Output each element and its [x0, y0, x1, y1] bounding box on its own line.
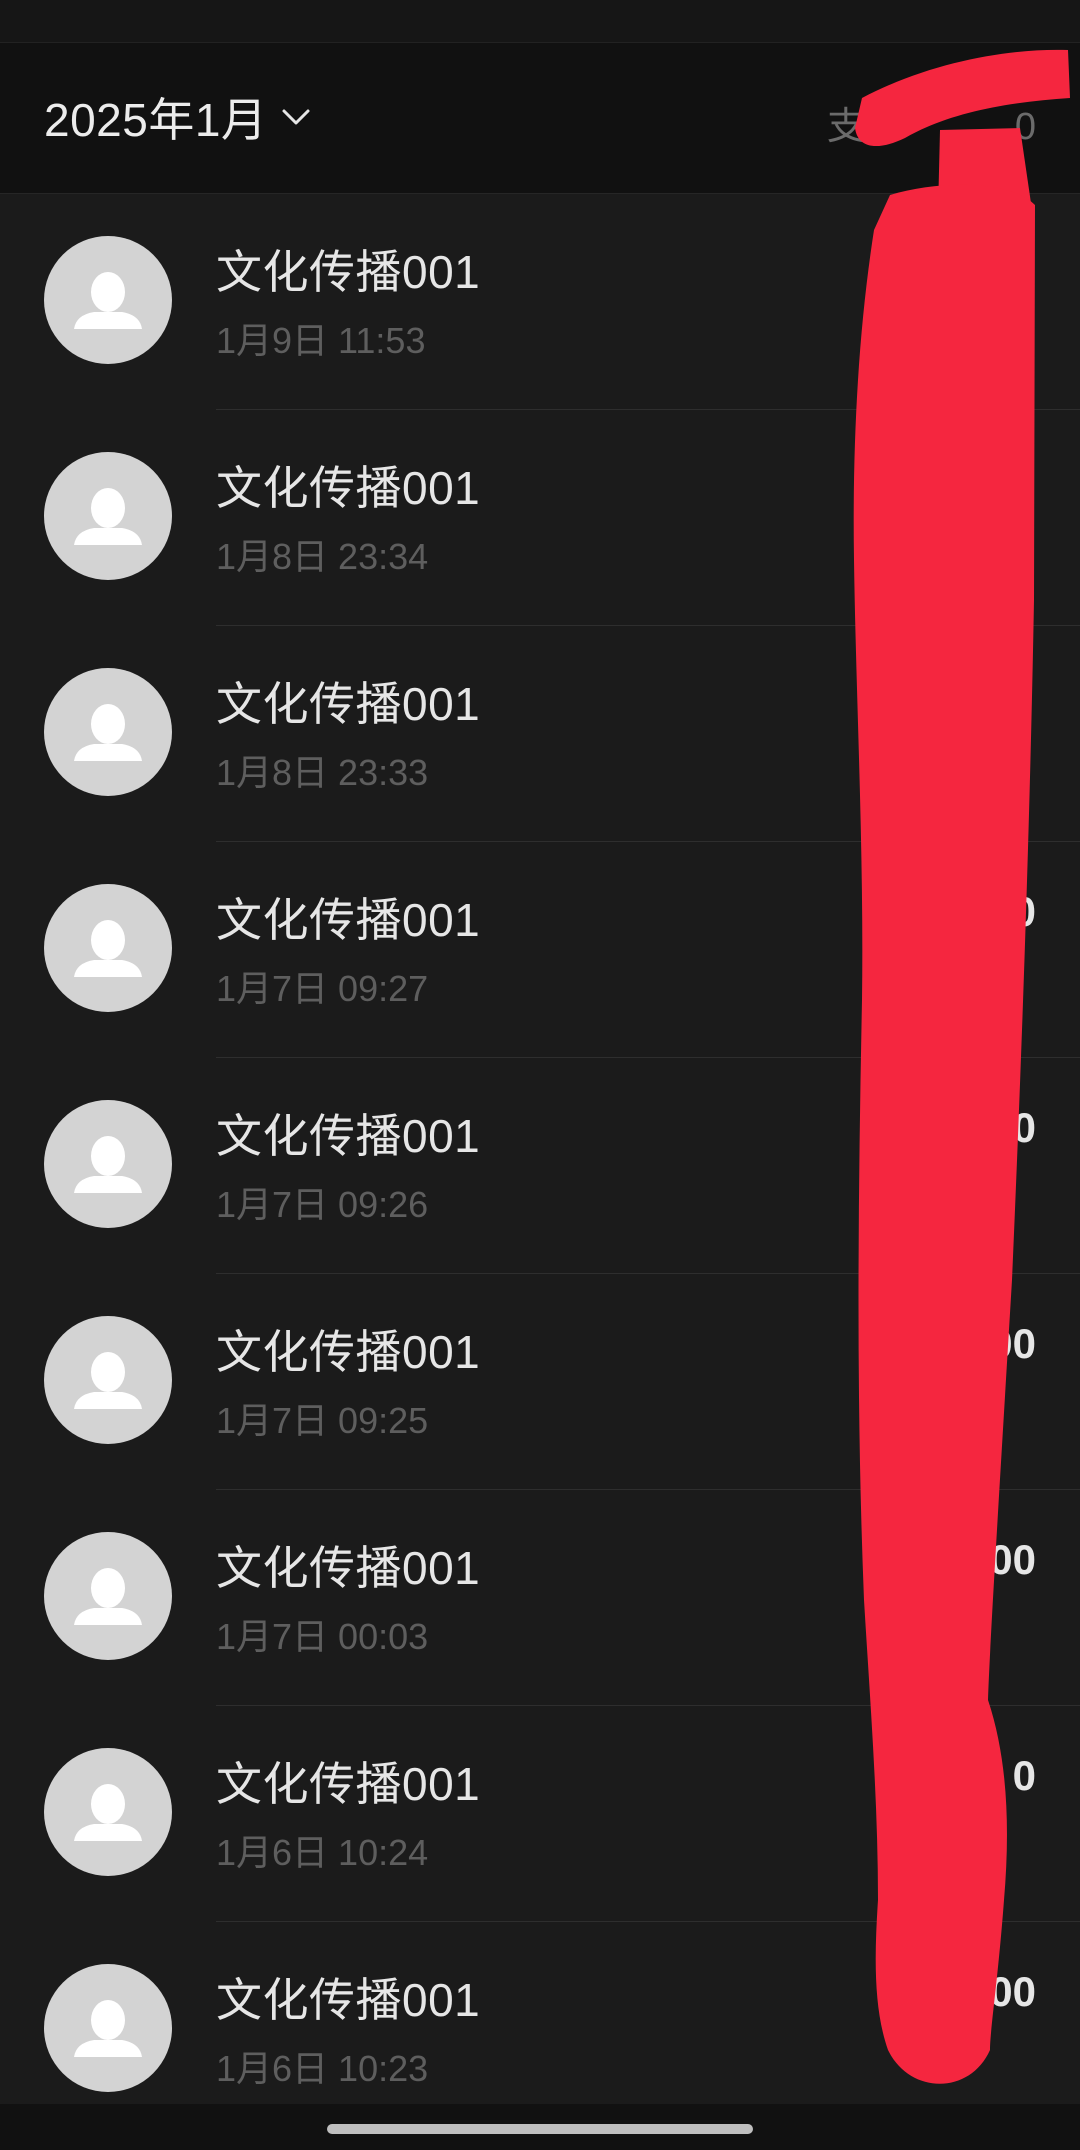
transaction-amount: 0	[1012, 888, 1036, 935]
transaction-amount: 00	[989, 1536, 1036, 1583]
avatar	[44, 452, 172, 580]
payee-name: 文化传播001	[216, 1758, 481, 1810]
bill-list-screen: 2025年1月 支0 文化传播001 1月9日 11:53 0 文化传播001 …	[0, 0, 1080, 2150]
transaction-time: 1月6日 10:23	[216, 2048, 429, 2089]
person-icon	[74, 704, 142, 761]
avatar	[44, 1100, 172, 1228]
transaction-row[interactable]: 文化传播001 1月8日 23:34	[0, 410, 1080, 626]
avatar	[44, 1964, 172, 2092]
transaction-amount: 0	[1012, 1104, 1036, 1151]
transaction-row[interactable]: 文化传播001 1月7日 00:03 00	[0, 1490, 1080, 1706]
payee-name: 文化传播001	[216, 678, 481, 730]
month-selector[interactable]: 2025年1月	[44, 85, 311, 149]
payee-name: 文化传播001	[216, 1974, 481, 2026]
transaction-time: 1月7日 09:27	[216, 968, 429, 1009]
status-bar	[0, 0, 1080, 43]
transaction-time: 1月7日 00:03	[216, 1616, 429, 1657]
chevron-down-icon	[281, 107, 311, 127]
person-icon	[74, 488, 142, 545]
month-header: 2025年1月 支0	[0, 43, 1080, 194]
transaction-list: 文化传播001 1月9日 11:53 0 文化传播001 1月8日 23:34	[0, 194, 1080, 2138]
transaction-time: 1月7日 09:26	[216, 1184, 429, 1225]
avatar	[44, 236, 172, 364]
avatar	[44, 1532, 172, 1660]
transaction-amount: 0	[1012, 1752, 1036, 1799]
transaction-amount: 00	[989, 1320, 1036, 1367]
avatar	[44, 1316, 172, 1444]
person-icon	[74, 1784, 142, 1841]
person-icon	[74, 272, 142, 329]
person-icon	[74, 1136, 142, 1193]
transaction-row[interactable]: 文化传播001 1月7日 09:25 00	[0, 1274, 1080, 1490]
payee-name: 文化传播001	[216, 462, 481, 514]
transaction-amount: 0	[1012, 240, 1036, 287]
transaction-row[interactable]: 文化传播001 1月7日 09:26 0	[0, 1058, 1080, 1274]
payee-name: 文化传播001	[216, 1110, 481, 1162]
avatar	[44, 668, 172, 796]
transaction-time: 1月9日 11:53	[216, 320, 426, 361]
avatar	[44, 1748, 172, 1876]
monthly-summary[interactable]: 支0	[827, 95, 1036, 150]
payee-name: 文化传播001	[216, 1542, 481, 1594]
person-icon	[74, 920, 142, 977]
payee-name: 文化传播001	[216, 1326, 481, 1378]
transaction-time: 1月8日 23:34	[216, 536, 429, 577]
transaction-amount: 00	[989, 1968, 1036, 2015]
transaction-row[interactable]: 文化传播001 1月7日 09:27 0	[0, 842, 1080, 1058]
transaction-row[interactable]: 文化传播001 1月9日 11:53 0	[0, 194, 1080, 410]
payee-name: 文化传播001	[216, 246, 481, 298]
transaction-time: 1月8日 23:33	[216, 752, 429, 793]
transaction-row[interactable]: 文化传播001 1月8日 23:33	[0, 626, 1080, 842]
month-label: 2025年1月	[44, 94, 268, 146]
summary-value: 0	[1014, 106, 1036, 148]
person-icon	[74, 2000, 142, 2057]
summary-label: 支	[826, 106, 865, 148]
person-icon	[74, 1568, 142, 1625]
bottom-bar	[0, 2104, 1080, 2150]
home-indicator[interactable]	[327, 2124, 753, 2134]
transaction-time: 1月7日 09:25	[216, 1400, 429, 1441]
payee-name: 文化传播001	[216, 894, 481, 946]
person-icon	[74, 1352, 142, 1409]
avatar	[44, 884, 172, 1012]
transaction-row[interactable]: 文化传播001 1月6日 10:24 0	[0, 1706, 1080, 1922]
transaction-time: 1月6日 10:24	[216, 1832, 429, 1873]
